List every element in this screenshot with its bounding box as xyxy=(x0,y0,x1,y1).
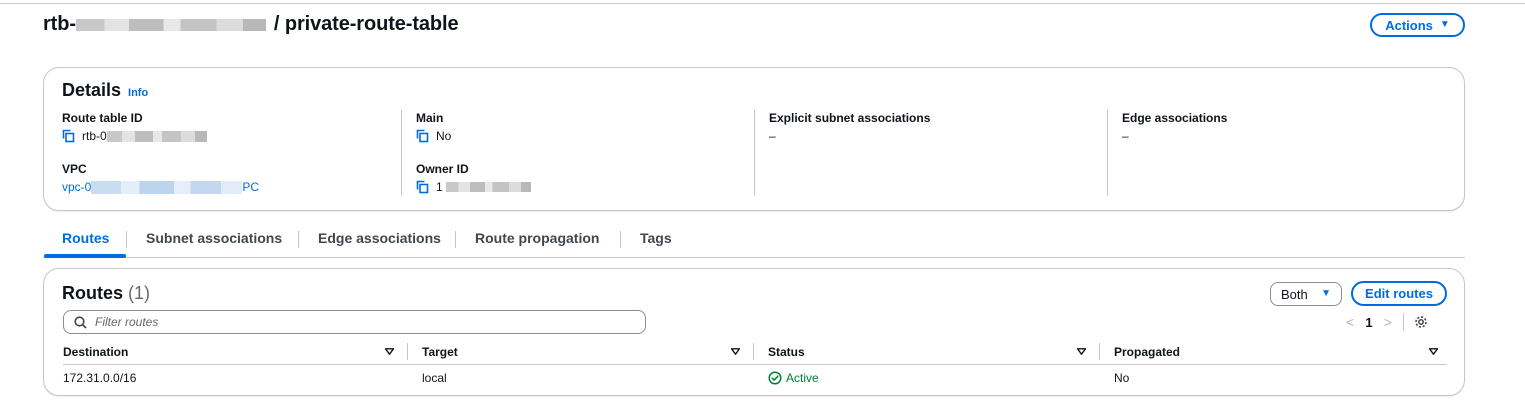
top-divider xyxy=(0,3,1525,4)
routes-panel: Routes (1) Both ▼ Edit routes < 1 > Dest… xyxy=(43,268,1465,396)
sort-icon[interactable] xyxy=(1077,348,1086,355)
page-title: rtb- / private-route-table xyxy=(43,13,459,36)
column-header-status[interactable]: Status xyxy=(768,345,805,359)
vpc-field: VPC vpc-0 PC xyxy=(62,162,259,194)
actions-button[interactable]: Actions ▼ xyxy=(1370,13,1465,37)
chevron-left-icon[interactable]: < xyxy=(1341,314,1359,330)
tab-separator xyxy=(126,231,127,248)
copy-icon[interactable] xyxy=(416,180,429,194)
title-suffix: / private-route-table xyxy=(273,13,459,35)
search-icon xyxy=(74,315,87,329)
redacted-owner-id xyxy=(445,182,531,192)
main-value: No xyxy=(436,129,452,143)
edge-associations-field: Edge associations – xyxy=(1122,111,1227,143)
route-type-value: Both xyxy=(1281,286,1308,302)
main-value-row: No xyxy=(416,129,451,143)
caret-down-icon: ▼ xyxy=(1321,288,1331,299)
tab-edge-associations[interactable]: Edge associations xyxy=(318,230,441,246)
cell-status: Active xyxy=(768,371,819,385)
settings-gear-icon[interactable] xyxy=(1414,315,1428,329)
vpc-label: VPC xyxy=(62,162,87,176)
column-separator[interactable] xyxy=(753,343,754,360)
chevron-right-icon[interactable]: > xyxy=(1379,314,1397,330)
details-panel: Details Info Route table ID rtb-0 VPC vp… xyxy=(43,67,1465,211)
routes-count: (1) xyxy=(128,283,151,303)
redacted-route-table-id xyxy=(106,130,207,142)
routes-title: Routes xyxy=(62,283,124,303)
edit-routes-button[interactable]: Edit routes xyxy=(1351,281,1447,306)
column-header-propagated[interactable]: Propagated xyxy=(1114,345,1180,359)
page-number[interactable]: 1 xyxy=(1359,315,1379,330)
tab-subnet-associations[interactable]: Subnet associations xyxy=(146,230,282,246)
column-divider xyxy=(754,110,755,196)
routes-heading: Routes (1) xyxy=(62,283,150,304)
tab-routes[interactable]: Routes xyxy=(62,230,109,246)
column-header-destination[interactable]: Destination xyxy=(63,345,128,359)
details-heading: Details Info xyxy=(62,80,148,101)
active-tab-indicator xyxy=(44,254,126,258)
table-header-divider xyxy=(63,364,1447,365)
status-check-icon xyxy=(768,371,782,385)
column-separator[interactable] xyxy=(1099,343,1100,360)
edge-associations-value: – xyxy=(1122,129,1129,143)
main-label: Main xyxy=(416,111,444,125)
vpc-value-suffix: PC xyxy=(242,180,260,194)
explicit-subnet-associations-field: Explicit subnet associations – xyxy=(769,111,930,143)
column-divider xyxy=(1107,110,1108,196)
explicit-subnet-associations-value: – xyxy=(769,129,776,143)
copy-icon[interactable] xyxy=(416,129,429,143)
route-table-id-value-row: rtb-0 xyxy=(62,129,207,143)
cell-propagated: No xyxy=(1114,371,1130,385)
route-type-select[interactable]: Both ▼ xyxy=(1270,282,1342,306)
tab-separator xyxy=(455,231,456,248)
owner-id-value: 1 xyxy=(436,180,443,194)
vpc-link[interactable]: vpc-0 PC xyxy=(62,180,259,194)
route-table-id-label: Route table ID xyxy=(62,111,143,125)
explicit-subnet-associations-label: Explicit subnet associations xyxy=(769,111,931,125)
tab-tags[interactable]: Tags xyxy=(640,230,672,246)
pagination: < 1 > xyxy=(1341,313,1428,331)
tab-separator xyxy=(298,231,299,248)
route-table-id-value: rtb-0 xyxy=(82,129,107,143)
route-table-id-field: Route table ID rtb-0 xyxy=(62,111,207,143)
column-divider xyxy=(401,110,402,196)
pager-separator xyxy=(1403,313,1404,331)
edge-associations-label: Edge associations xyxy=(1122,111,1228,125)
caret-down-icon: ▼ xyxy=(1439,19,1450,30)
details-title: Details xyxy=(62,80,122,100)
owner-id-label: Owner ID xyxy=(416,162,469,176)
redacted-route-table-id xyxy=(75,18,266,31)
title-prefix: rtb- xyxy=(43,13,76,35)
info-link[interactable]: Info xyxy=(128,87,148,99)
copy-icon[interactable] xyxy=(62,129,75,143)
owner-id-value-row: 1 xyxy=(416,180,531,194)
tab-separator xyxy=(620,231,621,248)
owner-id-field: Owner ID 1 xyxy=(416,162,531,194)
tab-bar: Routes Subnet associations Edge associat… xyxy=(43,226,1465,258)
cell-destination: 172.31.0.0/16 xyxy=(63,371,137,385)
column-separator[interactable] xyxy=(407,343,408,360)
filter-routes-input[interactable] xyxy=(95,315,615,329)
status-label: Active xyxy=(786,371,819,385)
sort-icon[interactable] xyxy=(1429,348,1438,355)
actions-label: Actions xyxy=(1385,17,1433,33)
filter-routes-field[interactable] xyxy=(63,310,646,334)
cell-target: local xyxy=(422,371,447,385)
tab-route-propagation[interactable]: Route propagation xyxy=(475,230,599,246)
column-header-target[interactable]: Target xyxy=(422,345,458,359)
main-field: Main No xyxy=(416,111,451,143)
redacted-vpc-id xyxy=(91,180,243,194)
vpc-value-prefix: vpc-0 xyxy=(62,180,92,194)
sort-icon[interactable] xyxy=(731,348,740,355)
sort-icon[interactable] xyxy=(385,348,394,355)
